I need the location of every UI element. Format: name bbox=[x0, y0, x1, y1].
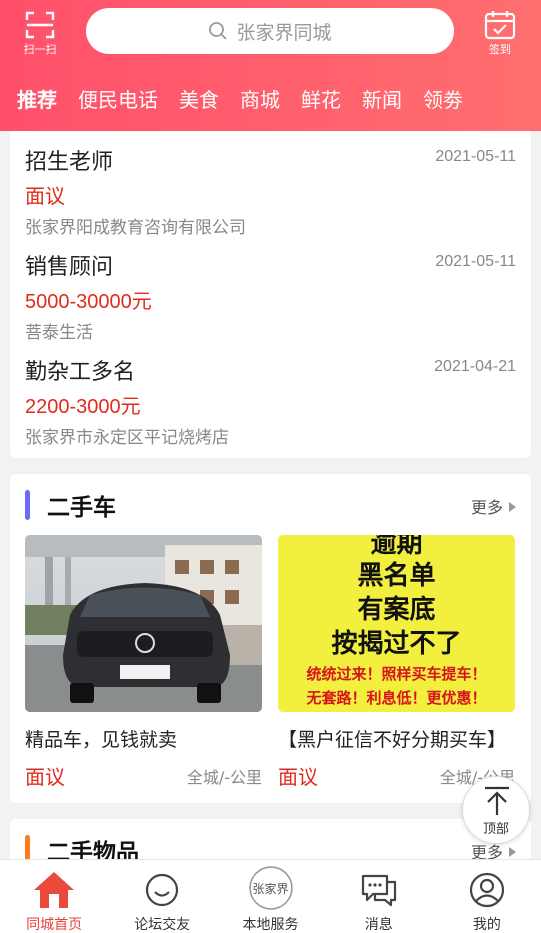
back-to-top-label: 顶部 bbox=[482, 822, 509, 837]
tab-profile[interactable]: 我的 bbox=[433, 860, 541, 933]
car-title: 精品车，见钱就卖 bbox=[25, 729, 178, 751]
home-icon bbox=[34, 872, 75, 908]
job-salary: 5000-30000元 bbox=[25, 291, 152, 313]
poster-line: 黑名单 bbox=[357, 561, 436, 591]
back-to-top-button[interactable]: 顶部 bbox=[462, 776, 530, 844]
job-item[interactable]: 勤杂工多名 2021-04-21 2200-3000元 张家界市永定区平记烧烤店 bbox=[25, 354, 516, 459]
car-photo bbox=[25, 535, 262, 712]
tab-food[interactable]: 美食 bbox=[179, 84, 219, 124]
triangle-right-icon bbox=[509, 502, 516, 512]
car-poster: 逾期 黑名单 有案底 按揭过不了 统统过来！照样买车提车！ 无套路！利息低！更优… bbox=[278, 535, 515, 712]
poster-line: 有案底 bbox=[357, 595, 436, 625]
tab-news[interactable]: 新闻 bbox=[362, 84, 402, 124]
job-salary: 面议 bbox=[25, 186, 65, 208]
tab-flowers[interactable]: 鲜花 bbox=[301, 84, 341, 124]
poster-line: 按揭过不了 bbox=[331, 629, 462, 659]
job-date: 2021-05-11 bbox=[435, 253, 516, 270]
local-service-badge: 张家界 bbox=[252, 882, 289, 896]
tab-home-label: 同城首页 bbox=[26, 917, 83, 933]
scan-button[interactable]: 扫一扫 bbox=[18, 8, 62, 56]
job-title: 勤杂工多名 bbox=[25, 360, 136, 385]
tab-coupons[interactable]: 领劵 bbox=[423, 84, 463, 124]
scan-label: 扫一扫 bbox=[23, 43, 57, 56]
car-title: 【黑户征信不好分期买车】 bbox=[278, 729, 507, 751]
search-input[interactable]: 张家界同城 bbox=[86, 8, 454, 54]
job-company: 张家界市永定区平记烧烤店 bbox=[25, 428, 229, 448]
job-salary: 2200-3000元 bbox=[25, 396, 141, 418]
car-location: 全城/-公里 bbox=[186, 768, 262, 787]
car-price: 面议 bbox=[25, 765, 65, 789]
tab-recommend[interactable]: 推荐 bbox=[17, 84, 57, 136]
job-item[interactable]: 招生老师 2021-05-11 面议 张家界阳成教育咨询有限公司 bbox=[25, 144, 516, 249]
job-item[interactable]: 销售顾问 2021-05-11 5000-30000元 菩泰生活 bbox=[25, 249, 516, 354]
category-tabs: 推荐 便民电话 美食 商城 鲜花 新闻 领劵 bbox=[0, 84, 541, 136]
tab-local-service[interactable]: 张家界 本地服务 bbox=[216, 860, 324, 933]
car-listing[interactable]: 精品车，见钱就卖 面议 全城/-公里 bbox=[25, 535, 262, 789]
tab-local-service-label: 本地服务 bbox=[242, 917, 299, 933]
section-header: 二手车 更多 bbox=[25, 488, 516, 522]
job-company: 菩泰生活 bbox=[25, 323, 93, 343]
more-label: 更多 bbox=[470, 498, 503, 517]
sign-in-button[interactable]: 签到 bbox=[478, 8, 522, 56]
tab-forum-label: 论坛交友 bbox=[134, 917, 191, 933]
header: 扫一扫 张家界同城 签到 推荐 便民电话 美食 商城 鲜花 新闻 领劵 bbox=[0, 0, 541, 136]
poster-line: 统统过来！照样买车提车！ bbox=[306, 665, 487, 683]
job-title: 销售顾问 bbox=[25, 255, 114, 280]
section-title: 二手车 bbox=[47, 495, 116, 521]
poster-line: 无套路！利息低！更优惠！ bbox=[306, 689, 487, 707]
sign-in-label: 签到 bbox=[489, 43, 511, 56]
job-date: 2021-04-21 bbox=[434, 358, 516, 375]
job-date: 2021-05-11 bbox=[435, 148, 516, 165]
tab-profile-label: 我的 bbox=[472, 917, 501, 933]
tab-forum[interactable]: 论坛交友 bbox=[108, 860, 216, 933]
arrow-up-icon bbox=[485, 786, 509, 815]
search-icon bbox=[209, 22, 228, 40]
used-cars-section: 二手车 更多 精品车，见钱就卖 面议 全城/-公里 逾期 黑名单 有案底 按揭过… bbox=[10, 474, 531, 803]
tab-messages-label: 消息 bbox=[364, 917, 393, 933]
job-company: 张家界阳成教育咨询有限公司 bbox=[25, 218, 246, 238]
search-placeholder: 张家界同城 bbox=[236, 21, 332, 44]
tab-messages[interactable]: 消息 bbox=[325, 860, 433, 933]
tab-mall[interactable]: 商城 bbox=[240, 84, 280, 124]
tab-home[interactable]: 同城首页 bbox=[0, 860, 108, 933]
more-link[interactable]: 更多 bbox=[471, 494, 516, 518]
smile-bubble-icon bbox=[146, 873, 179, 907]
scan-icon bbox=[25, 11, 55, 39]
calendar-check-icon bbox=[484, 11, 516, 40]
chat-bubbles-icon bbox=[361, 874, 396, 907]
job-list-card: 招生老师 2021-05-11 面议 张家界阳成教育咨询有限公司 销售顾问 20… bbox=[10, 131, 531, 458]
job-title: 招生老师 bbox=[25, 150, 114, 175]
user-icon bbox=[469, 872, 505, 908]
tab-phone[interactable]: 便民电话 bbox=[78, 84, 158, 124]
bottom-tab-bar: 同城首页 论坛交友 张家界 本地服务 消息 我的 bbox=[0, 859, 541, 933]
triangle-right-icon bbox=[509, 847, 516, 857]
car-price: 面议 bbox=[278, 765, 318, 789]
car-listing[interactable]: 逾期 黑名单 有案底 按揭过不了 统统过来！照样买车提车！ 无套路！利息低！更优… bbox=[278, 535, 515, 789]
section-accent-bar bbox=[25, 490, 30, 520]
